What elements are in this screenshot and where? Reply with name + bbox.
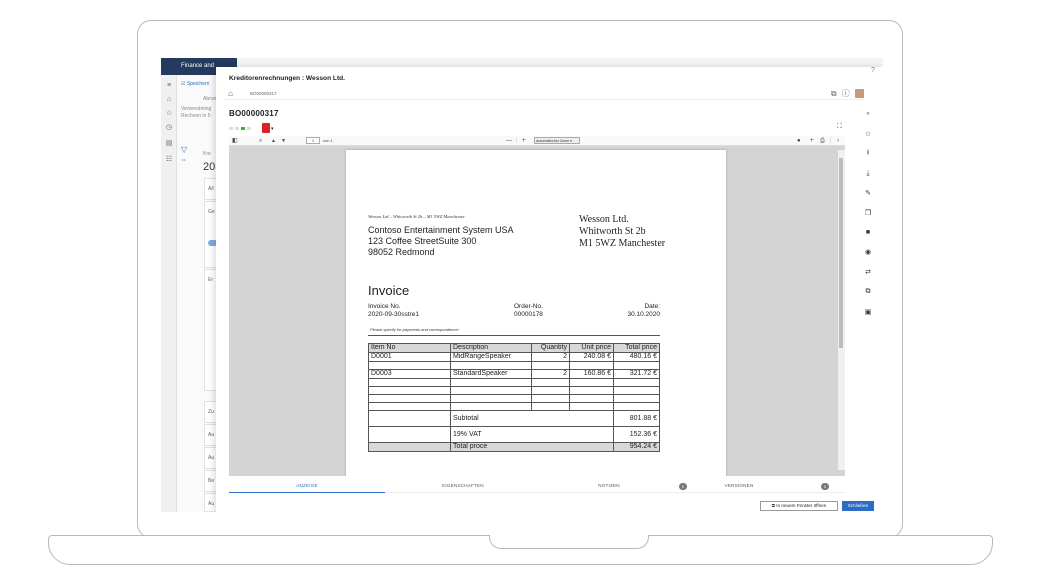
versionen-count-badge: 0 (821, 483, 829, 490)
table-row (368, 378, 660, 387)
filter-icon: ▽ (181, 145, 188, 154)
notizen-count-badge: 0 (679, 483, 687, 490)
dot-icon (229, 127, 233, 130)
avatar[interactable] (855, 89, 864, 99)
breadcrumb: ⌂ BO00000317 ⧉ ⓘ (224, 88, 864, 100)
external-window-icon: ⧉ (771, 503, 776, 508)
bg-text: Rechnen in 5: (181, 113, 212, 119)
divider: | (830, 138, 832, 144)
bg-save-button: ☑ Speichern (181, 81, 210, 87)
zoom-select[interactable]: Automatischer Zoom ▾ (534, 137, 580, 144)
pdf-page: Wesson Ltd – Whitworth St 2b – M1 5WZ Ma… (346, 150, 726, 476)
clipboard-icon[interactable]: ▣ (858, 308, 878, 316)
more-icon[interactable]: › (837, 137, 839, 145)
divider (368, 335, 660, 336)
table-row (368, 386, 660, 395)
recipient-address: Contoso Entertainment System USA 123 Cof… (368, 225, 514, 257)
header-icons: ⧉ ⓘ (828, 88, 864, 99)
tab-anzeige[interactable]: ANZEIGE (229, 481, 385, 493)
table-row (368, 394, 660, 403)
list-icon[interactable]: ☷ (165, 156, 173, 164)
add-icon[interactable]: + (810, 137, 814, 145)
scrollbar-thumb[interactable] (839, 158, 843, 348)
pdf-view-bar: ▾ ⛶ (229, 123, 869, 135)
collapse-icon[interactable]: « (858, 111, 878, 117)
tab-bar: ANZEIGE EIGENSCHAFTEN NOTIZEN 0 VERSIONE… (229, 481, 845, 493)
download-icon[interactable]: ⭳ (858, 148, 878, 159)
home-icon[interactable]: ⌂ (228, 89, 233, 98)
pdf-file-icon[interactable] (262, 123, 270, 133)
print-icon[interactable]: ⎙ (820, 137, 825, 145)
workspace-icon[interactable]: ▤ (165, 140, 173, 148)
table-header-row: Item No Description Quantity Unit price … (368, 343, 660, 353)
pdf-toolbar: ◧ ⌕ ▲ ▼ 1 von 1 — | + Automatischer Zoom… (229, 136, 845, 146)
open-new-window-button[interactable]: ⧉ In neuem Fenster öffnen (760, 501, 838, 511)
dot-icon (235, 127, 239, 130)
tab-notizen[interactable]: NOTIZEN (569, 481, 649, 493)
payment-note: Please specify for payments and correspo… (370, 327, 459, 332)
home-icon[interactable]: ⌂ (165, 96, 173, 104)
clock-icon[interactable]: ◷ (165, 124, 173, 132)
bg-filter-label: Kre (203, 151, 211, 157)
table-row: D0001 MidRangeSpeaker 2 240.08 €480.16 € (368, 352, 660, 362)
panel-title: Kreditorenrechnungen : Wesson Ltd. (229, 75, 346, 82)
table-row: D0003 StandardSpeaker 2 160.86 €321.72 € (368, 369, 660, 379)
close-button[interactable]: Schließen (842, 501, 874, 511)
view-icon[interactable]: ◉ (858, 248, 878, 256)
breadcrumb-item[interactable]: BO00000317 (250, 91, 277, 96)
sidebar-toggle-icon[interactable]: ◧ (232, 137, 238, 145)
order-number: Order-No. 00000178 (514, 303, 543, 318)
app-screen: ≡ ⌂ ☆ ◷ ▤ ☷ Finance and ☑ Speichern Abru… (161, 58, 883, 512)
expand-icon: ⇒ (181, 158, 187, 164)
zoom-in-icon[interactable]: + (522, 137, 526, 145)
pdf-viewer[interactable]: Wesson Ltd – Whitworth St 2b – M1 5WZ Ma… (229, 146, 845, 476)
bg-text: Verwendeting (181, 106, 212, 112)
nav-rail: ≡ ⌂ ☆ ◷ ▤ ☷ (161, 58, 177, 512)
edit-icon[interactable]: ✎ (858, 189, 878, 197)
next-page-icon[interactable]: ▼ (281, 137, 286, 145)
divider: | (516, 138, 518, 144)
total-row: Total proce 954.24 € (368, 442, 660, 452)
chevron-down-icon[interactable]: ▾ (271, 126, 274, 132)
tab-versionen[interactable]: VERSIONEN (699, 481, 779, 493)
app-launcher[interactable] (161, 58, 177, 75)
invoice-date: Date: 30.10.2020 (627, 303, 660, 318)
delete-icon[interactable]: ■ (858, 229, 878, 236)
document-title: BO00000317 (229, 109, 279, 118)
pdf-scrollbar[interactable] (838, 150, 845, 470)
page-number-input[interactable]: 1 (306, 137, 320, 144)
help-icon[interactable]: ? (871, 67, 875, 74)
laptop-notch (489, 535, 649, 549)
hamburger-icon[interactable]: ≡ (165, 82, 173, 90)
star-icon[interactable]: ☆ (165, 110, 173, 118)
invoice-table: Item No Description Quantity Unit price … (368, 343, 660, 452)
workflow-icon[interactable]: ⇄ (858, 268, 878, 276)
move-down-icon[interactable]: ⤓ (858, 170, 878, 178)
vat-row: 19% VAT 152.36 € (368, 426, 660, 443)
laptop-base (48, 535, 993, 565)
comment-icon[interactable]: ● (797, 137, 801, 145)
prev-page-icon[interactable]: ▲ (271, 137, 276, 145)
share-icon[interactable]: ⧉ (831, 89, 837, 98)
invoice-number: Invoice No. 2020-09-30sstre1 (368, 303, 419, 318)
bg-year: 20 (203, 161, 216, 173)
company-address: Wesson Ltd. Whitworth St 2b M1 5WZ Manch… (579, 214, 666, 249)
invoice-title: Invoice (368, 283, 410, 298)
dot-icon (247, 127, 251, 130)
copy-icon[interactable]: ❐ (858, 209, 878, 217)
subtotal-row: Subtotal 801.88 € (368, 410, 660, 427)
tab-eigenschaften[interactable]: EIGENSCHAFTEN (385, 481, 541, 493)
page-count: von 1 (323, 138, 333, 143)
search-icon[interactable]: ⌕ (259, 137, 262, 145)
info-icon[interactable]: ⓘ (842, 89, 850, 98)
status-indicator-icon (241, 127, 245, 130)
document-panel: Kreditorenrechnungen : Wesson Ltd. ? ⌂ B… (216, 67, 883, 512)
stack-icon[interactable]: ⧉ (858, 288, 878, 296)
sender-line: Wesson Ltd – Whitworth St 2b – M1 5WZ Ma… (368, 214, 465, 219)
table-row (368, 402, 660, 411)
fullscreen-icon[interactable]: ⛶ (837, 123, 842, 131)
table-row (368, 361, 660, 370)
star-icon[interactable]: ☆ (858, 130, 878, 138)
zoom-out-icon[interactable]: — (506, 137, 512, 145)
